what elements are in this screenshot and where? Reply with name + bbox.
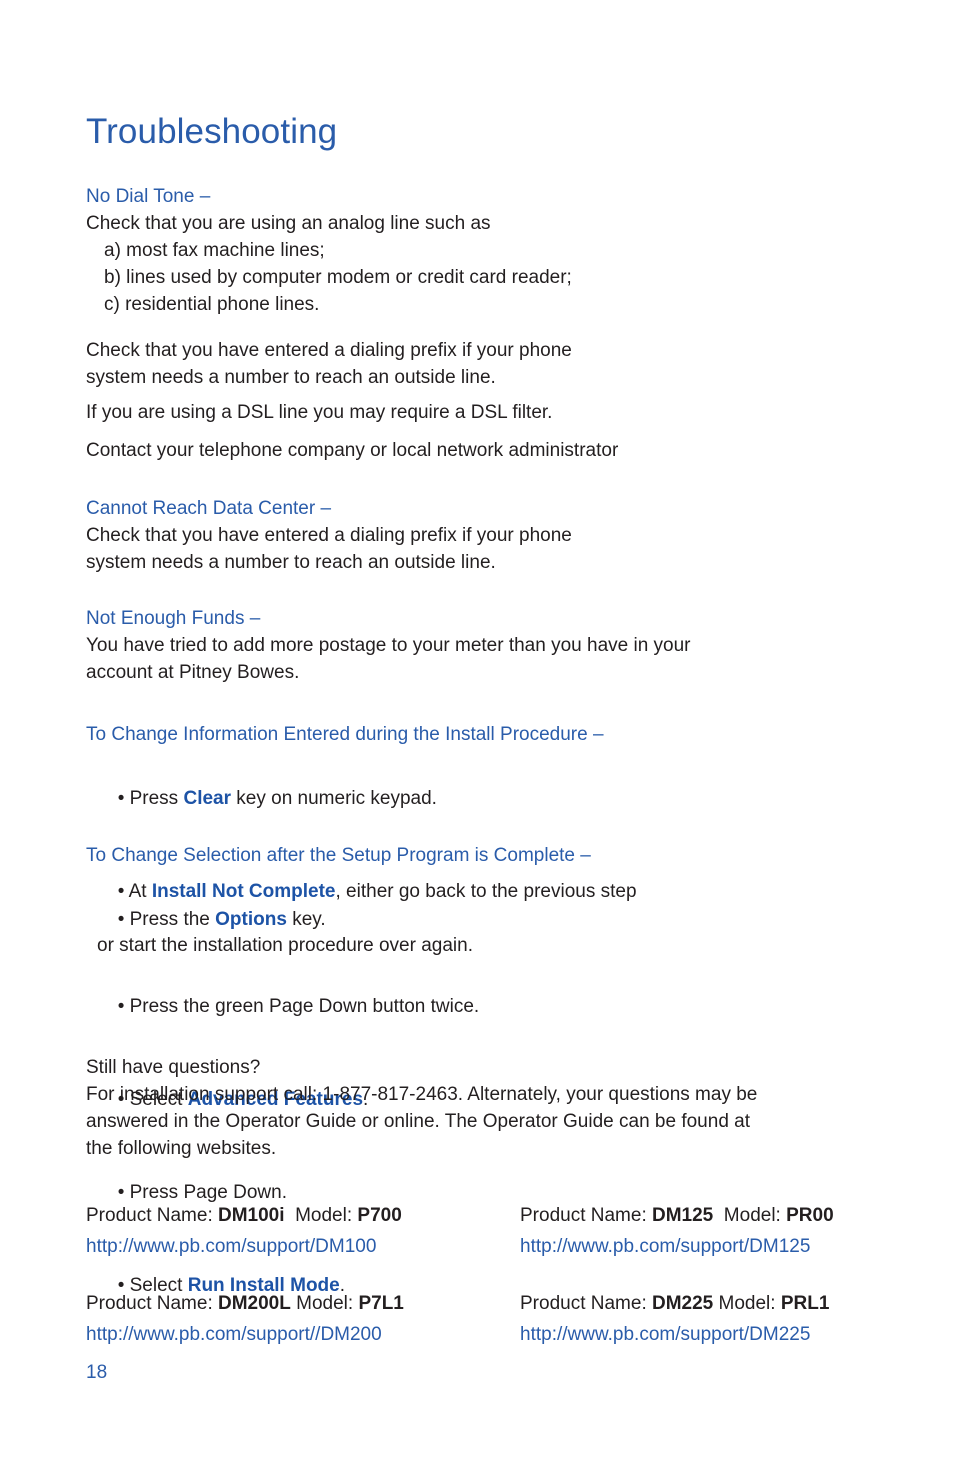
list-item: • Press Clear key on numeric keypad. <box>86 759 637 840</box>
product-entry: Product Name: DM200L Model: P7L1 http://… <box>86 1290 520 1348</box>
list-item: c) residential phone lines. <box>104 293 320 315</box>
section-support: Still have questions? For installation s… <box>86 1055 757 1163</box>
paragraph-line: system needs a number to reach an outsid… <box>86 551 496 573</box>
product-name-line: Product Name: DM200L Model: P7L1 <box>86 1290 520 1318</box>
product-model-label: Model: <box>290 1293 359 1315</box>
paragraph-contact-telephone-company: Contact your telephone company or local … <box>86 438 618 465</box>
bullet-emphasis: Options <box>215 908 287 930</box>
product-name-label: Product Name: <box>520 1293 652 1315</box>
product-name-label: Product Name: <box>520 1205 652 1226</box>
list-item: • Press the Options key. <box>86 880 591 961</box>
section-heading-change-install-information: To Change Information Entered during the… <box>86 724 604 745</box>
bullet-text: • Press Page Down. <box>117 1181 287 1203</box>
product-model-label: Model: <box>713 1205 787 1226</box>
product-name-value: DM125 <box>652 1205 714 1226</box>
paragraph-line: Contact your telephone company or local … <box>86 440 619 461</box>
section-heading-cannot-reach-data-center: Cannot Reach Data Center – <box>86 498 332 519</box>
product-entry: Product Name: DM100i Model: P700 http://… <box>86 1202 520 1260</box>
section-heading-not-enough-funds: Not Enough Funds – <box>86 608 261 629</box>
bullet-text: • Press the green Page Down button twice… <box>117 995 480 1017</box>
product-row: Product Name: DM200L Model: P7L1 http://… <box>86 1290 876 1348</box>
list-item: b) lines used by computer modem or credi… <box>104 266 572 288</box>
product-model-label: Model: <box>284 1205 358 1226</box>
support-question: Still have questions? <box>86 1057 261 1078</box>
bullet-text: • Press <box>117 787 184 809</box>
product-name-line: Product Name: DM225 Model: PRL1 <box>520 1290 829 1318</box>
paragraph-line: Check that you have entered a dialing pr… <box>86 524 572 546</box>
bullet-emphasis: Clear <box>183 787 231 809</box>
support-line: answered in the Operator Guide or online… <box>86 1110 751 1132</box>
bullet-text: key. <box>286 908 326 930</box>
page-title: Troubleshooting <box>86 112 338 151</box>
product-support-url[interactable]: http://www.pb.com/support/DM225 <box>520 1321 829 1349</box>
paragraph-line: account at Pitney Bowes. <box>86 661 300 683</box>
paragraph-line: system needs a number to reach an outsid… <box>86 366 496 388</box>
section-no-dial-tone: No Dial Tone – Check that you are using … <box>86 184 572 319</box>
page-number: 18 <box>86 1362 108 1383</box>
product-support-url[interactable]: http://www.pb.com/support/DM125 <box>520 1233 834 1261</box>
product-support-url[interactable]: http://www.pb.com/support/DM100 <box>86 1233 520 1261</box>
product-model-value: PRL1 <box>780 1293 830 1315</box>
product-row: Product Name: DM100i Model: P700 http://… <box>86 1202 876 1260</box>
list-item: a) most fax machine lines; <box>104 239 325 261</box>
product-model-value: P7L1 <box>358 1293 404 1315</box>
support-line: For installation support call: 1-877-817… <box>86 1083 758 1105</box>
product-name-value: DM200L <box>218 1293 291 1315</box>
product-name-line: Product Name: DM125 Model: PR00 <box>520 1202 834 1230</box>
product-name-value: DM100i <box>218 1205 285 1226</box>
product-support-url[interactable]: http://www.pb.com/support//DM200 <box>86 1321 520 1349</box>
list-item: • Press the green Page Down button twice… <box>86 967 591 1048</box>
section-not-enough-funds: Not Enough Funds – You have tried to add… <box>86 606 691 687</box>
product-model-value: P700 <box>357 1205 402 1226</box>
bullet-text: key on numeric keypad. <box>231 787 437 809</box>
product-model-value: PR00 <box>786 1205 834 1226</box>
paragraph-dsl-filter: If you are using a DSL line you may requ… <box>86 400 552 427</box>
product-model-label: Model: <box>713 1293 781 1315</box>
section-heading-change-selection: To Change Selection after the Setup Prog… <box>86 845 591 866</box>
bullet-text: • Press the <box>117 908 216 930</box>
support-line: the following websites. <box>86 1137 277 1159</box>
paragraph-line: You have tried to add more postage to yo… <box>86 634 691 656</box>
section-heading-no-dial-tone: No Dial Tone – <box>86 186 211 207</box>
product-name-label: Product Name: <box>86 1293 218 1315</box>
product-name-label: Product Name: <box>86 1205 218 1226</box>
product-name-line: Product Name: DM100i Model: P700 <box>86 1202 520 1230</box>
no-dial-tone-intro: Check that you are using an analog line … <box>86 212 491 234</box>
product-entry: Product Name: DM225 Model: PRL1 http://w… <box>520 1290 829 1348</box>
section-cannot-reach-data-center: Cannot Reach Data Center – Check that yo… <box>86 496 572 577</box>
product-name-value: DM225 <box>652 1293 714 1315</box>
document-page: Troubleshooting No Dial Tone – Check tha… <box>0 0 954 1475</box>
paragraph-line: If you are using a DSL line you may requ… <box>86 402 553 423</box>
product-support-links: Product Name: DM100i Model: P700 http://… <box>86 1202 876 1348</box>
product-entry: Product Name: DM125 Model: PR00 http://w… <box>520 1202 834 1260</box>
paragraph-line: Check that you have entered a dialing pr… <box>86 340 572 361</box>
paragraph-check-dialing-prefix: Check that you have entered a dialing pr… <box>86 338 572 392</box>
